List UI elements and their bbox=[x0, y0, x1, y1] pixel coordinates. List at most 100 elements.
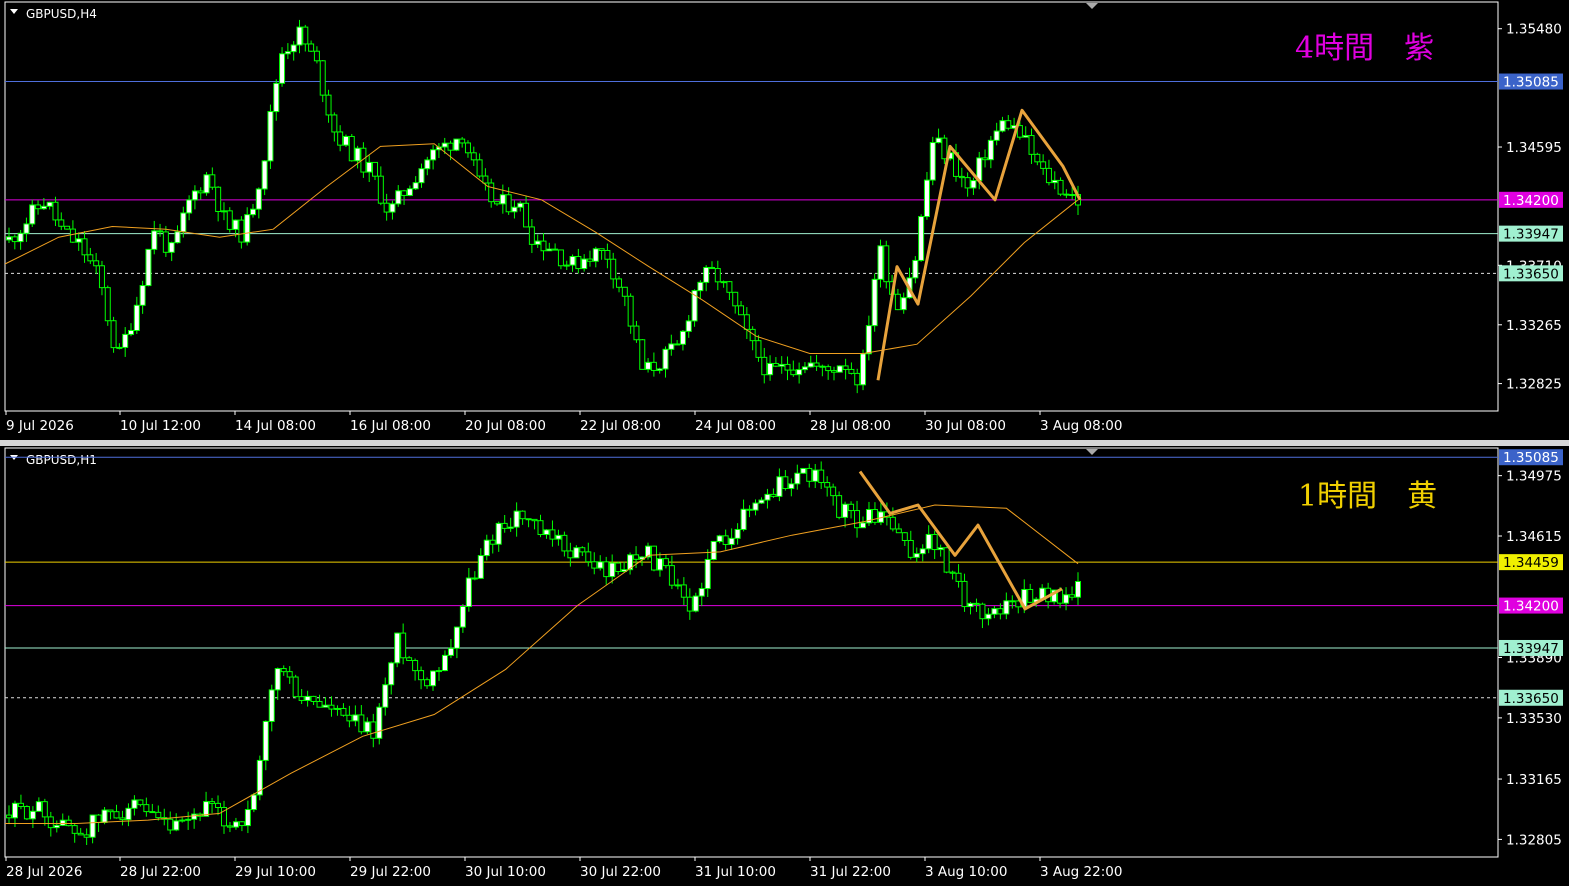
candle-body bbox=[704, 558, 711, 590]
candle-body bbox=[801, 366, 808, 371]
candle-body bbox=[985, 613, 992, 620]
candle-body bbox=[579, 547, 586, 553]
candle-body bbox=[812, 469, 819, 482]
candle-body bbox=[764, 493, 771, 501]
candle-body bbox=[818, 469, 825, 484]
candle-body bbox=[69, 228, 76, 243]
h4-chart-panel[interactable]: GBPUSD,H44時間 紫1.354801.345951.337101.332… bbox=[0, 0, 1569, 440]
candle-body bbox=[382, 684, 389, 708]
candle-body bbox=[482, 175, 489, 184]
candle-body bbox=[1028, 135, 1035, 155]
y-tick-label: 1.34975 bbox=[1506, 469, 1562, 485]
candle-body bbox=[997, 608, 1004, 615]
candle-body bbox=[925, 533, 932, 550]
x-tick-label: 9 Jul 2026 bbox=[6, 418, 74, 434]
candle-body bbox=[813, 362, 820, 367]
candle-body bbox=[836, 495, 843, 518]
candle-body bbox=[755, 340, 762, 358]
candle-body bbox=[167, 818, 174, 831]
x-tick-label: 28 Jul 2026 bbox=[6, 864, 82, 880]
candle-body bbox=[923, 179, 930, 218]
candle-body bbox=[836, 365, 843, 373]
candle-body bbox=[441, 654, 448, 672]
candle-body bbox=[186, 199, 193, 214]
candle-body bbox=[238, 219, 245, 243]
x-tick-label: 31 Jul 10:00 bbox=[695, 864, 776, 880]
candle-body bbox=[388, 662, 395, 686]
candle-body bbox=[543, 529, 550, 536]
candle-body bbox=[918, 216, 925, 261]
candle-body bbox=[302, 26, 309, 45]
candle-body bbox=[534, 240, 541, 245]
menu-triangle-icon[interactable] bbox=[10, 9, 18, 14]
candle-body bbox=[788, 483, 795, 490]
candle-body bbox=[400, 632, 407, 659]
candle-body bbox=[552, 248, 559, 251]
y-tick-label: 1.32805 bbox=[1506, 832, 1562, 848]
candle-body bbox=[830, 370, 837, 373]
candle-body bbox=[59, 819, 66, 826]
candle-body bbox=[406, 657, 413, 661]
candle-body bbox=[119, 817, 126, 821]
candle-body bbox=[93, 260, 100, 267]
h1-chart-panel[interactable]: GBPUSD,H1 1時間 黄 1.34975 1.34615 1.33890 1.335… bbox=[0, 446, 1569, 886]
y-tick-label: 1.33530 bbox=[1506, 711, 1562, 727]
candle-body bbox=[255, 188, 262, 210]
candle-body bbox=[685, 320, 692, 332]
candle-body bbox=[871, 278, 878, 327]
candle-body bbox=[633, 325, 640, 341]
candle-body bbox=[149, 811, 156, 814]
candle-body bbox=[970, 180, 977, 189]
candle-body bbox=[501, 522, 508, 529]
candle-body bbox=[319, 60, 326, 96]
candle-body bbox=[139, 285, 146, 306]
y-tick-label: 1.34595 bbox=[1506, 140, 1562, 156]
candle-body bbox=[274, 668, 281, 691]
candle-body bbox=[87, 254, 94, 262]
candle-body bbox=[1069, 194, 1076, 197]
candle-body bbox=[370, 721, 377, 739]
candle-body bbox=[180, 212, 187, 233]
candle-body bbox=[447, 142, 454, 151]
candle-body bbox=[987, 139, 994, 161]
candle-body bbox=[354, 147, 361, 162]
candle-body bbox=[895, 528, 902, 534]
candle-body bbox=[633, 554, 640, 560]
candle-body bbox=[1009, 600, 1016, 603]
candle-body bbox=[477, 555, 484, 579]
candle-body bbox=[203, 174, 210, 194]
candle-body bbox=[358, 714, 365, 733]
candle-body bbox=[949, 571, 956, 574]
candle-body bbox=[304, 695, 311, 701]
candle-body bbox=[494, 201, 501, 205]
candle-body bbox=[513, 510, 520, 528]
candle-body bbox=[889, 516, 896, 530]
candle-body bbox=[65, 819, 72, 827]
chart-annotation: 1時間 黄 bbox=[1298, 479, 1437, 514]
candle-body bbox=[53, 824, 60, 829]
candles-group bbox=[6, 19, 1081, 394]
candle-body bbox=[424, 679, 431, 687]
candle-body bbox=[459, 138, 466, 144]
shift-marker-icon[interactable] bbox=[1086, 3, 1098, 9]
symbol-label: GBPUSD,H4 bbox=[26, 7, 97, 21]
x-tick-label: 10 Jul 12:00 bbox=[120, 418, 201, 434]
candle-body bbox=[710, 540, 717, 560]
candle-body bbox=[616, 278, 623, 288]
y-tick-label: 1.32825 bbox=[1506, 377, 1562, 393]
candle-body bbox=[615, 562, 622, 573]
candle-body bbox=[17, 802, 24, 808]
candle-body bbox=[991, 608, 998, 615]
candle-body bbox=[806, 467, 813, 482]
shift-marker-icon[interactable] bbox=[1086, 449, 1098, 455]
candle-body bbox=[453, 626, 460, 649]
candle-body bbox=[842, 365, 849, 370]
candle-body bbox=[794, 472, 801, 485]
candle-body bbox=[848, 368, 855, 374]
candle-body bbox=[819, 365, 826, 368]
candle-body bbox=[162, 231, 169, 253]
candle-body bbox=[220, 210, 227, 213]
candle-body bbox=[967, 602, 974, 608]
candle-body bbox=[6, 236, 12, 241]
candle-body bbox=[197, 190, 204, 194]
